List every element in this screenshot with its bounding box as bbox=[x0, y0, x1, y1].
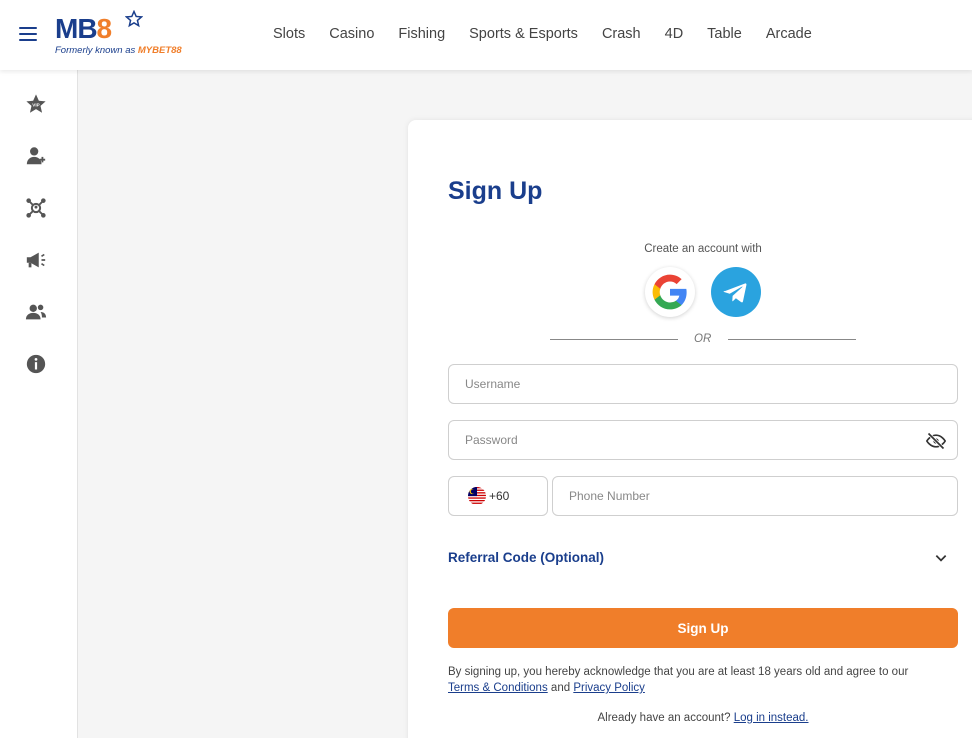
main-nav: Slots Casino Fishing Sports & Esports Cr… bbox=[273, 26, 812, 42]
terms-notice: By signing up, you hereby acknowledge th… bbox=[448, 666, 909, 694]
nav-item-4d[interactable]: 4D bbox=[665, 26, 684, 42]
eye-off-icon[interactable] bbox=[926, 431, 946, 451]
password-field bbox=[448, 420, 958, 460]
google-icon bbox=[652, 274, 687, 310]
users-icon[interactable] bbox=[24, 300, 48, 324]
nav-item-sports-esports[interactable]: Sports & Esports bbox=[469, 26, 578, 42]
nav-item-crash[interactable]: Crash bbox=[602, 26, 641, 42]
nav-item-fishing[interactable]: Fishing bbox=[398, 26, 445, 42]
referral-code-label: Referral Code (Optional) bbox=[448, 550, 605, 565]
phone-number-input[interactable] bbox=[553, 477, 957, 515]
nav-item-table[interactable]: Table bbox=[707, 26, 742, 42]
nav-item-slots[interactable]: Slots bbox=[273, 26, 305, 42]
google-signup-button[interactable] bbox=[645, 267, 695, 317]
megaphone-icon[interactable] bbox=[24, 248, 48, 272]
privacy-policy-link[interactable]: Privacy Policy bbox=[573, 682, 645, 694]
country-code-select[interactable]: +60 bbox=[448, 476, 548, 516]
logo-text-8: 8 bbox=[96, 13, 113, 44]
phone-field bbox=[552, 476, 958, 516]
top-header: MB8 Formerly known as MYBET88 Slots Casi… bbox=[0, 0, 972, 70]
password-input[interactable] bbox=[449, 421, 957, 459]
username-field bbox=[448, 364, 958, 404]
referral-code-toggle[interactable]: Referral Code (Optional) bbox=[448, 549, 958, 569]
malaysia-flag-icon bbox=[468, 487, 486, 505]
logo-tagline-brand: MYBET88 bbox=[137, 45, 182, 56]
logo-text-mb: MB bbox=[55, 13, 98, 44]
or-divider: OR bbox=[550, 333, 856, 347]
username-input[interactable] bbox=[449, 365, 957, 403]
login-link[interactable]: Log in instead. bbox=[734, 712, 809, 724]
logo-tagline: Formerly known as MYBET88 bbox=[55, 45, 182, 56]
terms-conditions-link[interactable]: Terms & Conditions bbox=[448, 682, 548, 694]
telegram-signup-button[interactable] bbox=[711, 267, 761, 317]
vip-star-icon[interactable]: VIP bbox=[24, 92, 48, 116]
create-account-with-label: Create an account with bbox=[644, 243, 762, 255]
signup-card: Sign Up Create an account with OR Userna… bbox=[408, 120, 972, 738]
country-code-value: +60 bbox=[489, 489, 510, 503]
signup-submit-button[interactable]: Sign Up bbox=[448, 608, 958, 648]
user-add-icon[interactable] bbox=[24, 144, 48, 168]
svg-text:VIP: VIP bbox=[32, 102, 39, 107]
or-label: OR bbox=[694, 333, 712, 345]
logo-star-icon bbox=[125, 10, 143, 28]
sidebar: VIP bbox=[0, 70, 78, 738]
telegram-icon bbox=[723, 283, 747, 303]
nav-item-casino[interactable]: Casino bbox=[329, 26, 374, 42]
logo[interactable]: MB8 Formerly known as MYBET88 bbox=[55, 10, 185, 58]
login-prompt: Already have an account? Log in instead. bbox=[597, 712, 809, 724]
nav-item-arcade[interactable]: Arcade bbox=[766, 26, 812, 42]
page-title: Sign Up bbox=[448, 177, 543, 205]
referral-network-icon[interactable] bbox=[24, 196, 48, 220]
info-icon[interactable] bbox=[24, 352, 48, 376]
hamburger-menu-icon[interactable] bbox=[19, 27, 37, 43]
chevron-down-icon bbox=[935, 555, 947, 562]
